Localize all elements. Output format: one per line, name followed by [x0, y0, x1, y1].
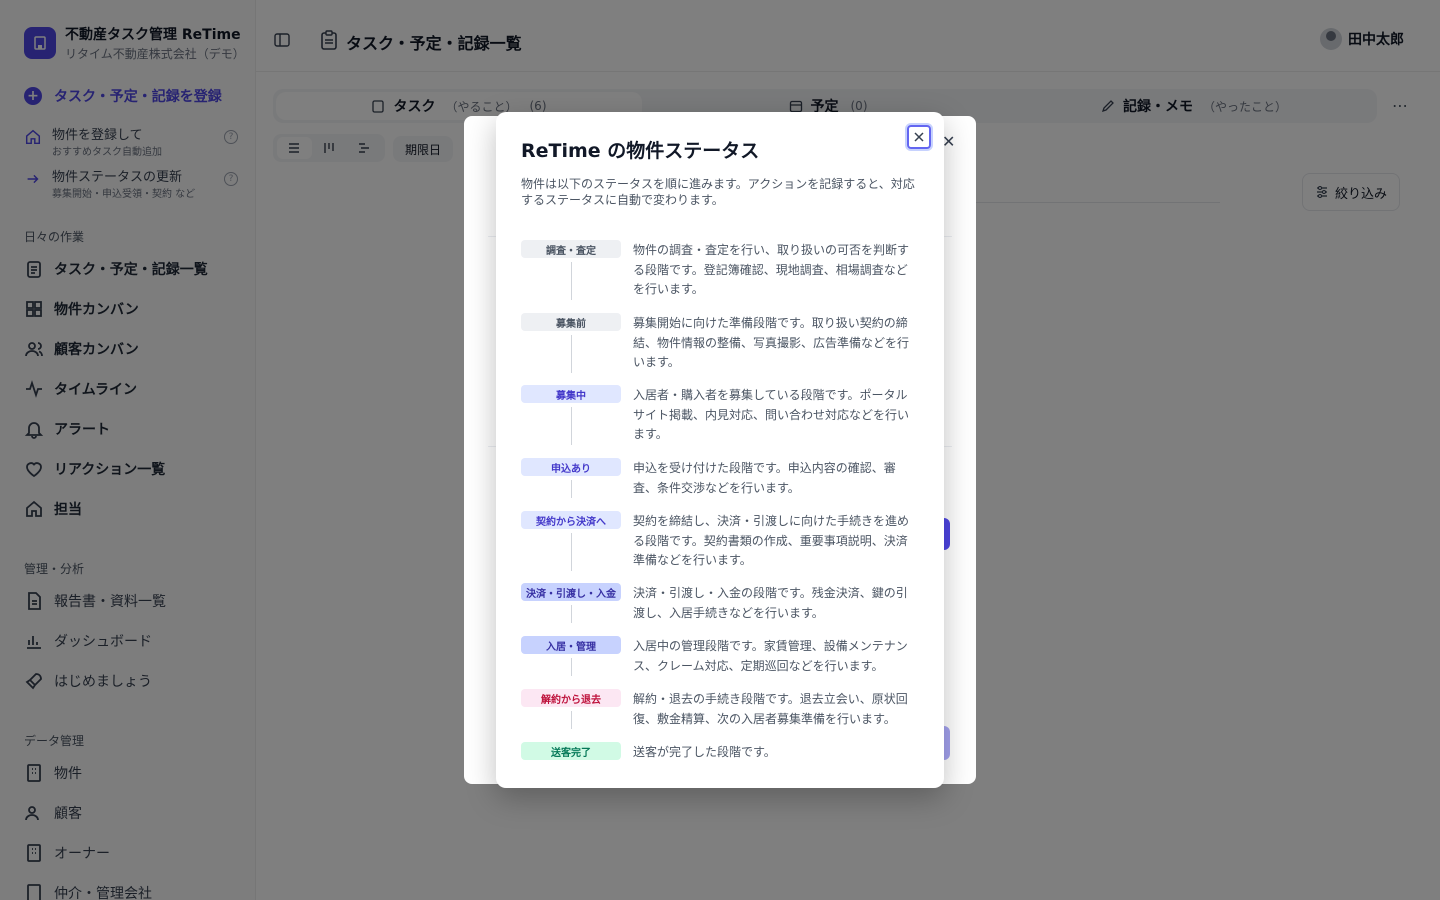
- status-description: 送客が完了した段階です。: [633, 745, 776, 759]
- status-connector: [571, 480, 572, 498]
- status-badge: 入居・管理: [521, 636, 621, 654]
- status-description: 解約・退去の手続き段階です。退去立会い、原状回復、敷金精算、次の入居者募集準備を…: [633, 692, 908, 726]
- status-connector: [571, 533, 572, 571]
- status-modal: ReTime の物件ステータス 物件は以下のステータスを順に進みます。アクション…: [496, 112, 944, 788]
- status-description: 契約を締結し、決済・引渡しに向けた手続きを進める段階です。契約書類の作成、重要事…: [633, 514, 910, 567]
- close-icon[interactable]: ✕: [942, 132, 955, 151]
- status-description: 申込を受け付けた段階です。申込内容の確認、審査、条件交渉などを行います。: [633, 461, 896, 495]
- status-badge: 募集前: [521, 313, 621, 331]
- status-badge: 契約から決済へ: [521, 511, 621, 529]
- close-button[interactable]: [907, 125, 931, 149]
- status-badge: 調査・査定: [521, 240, 621, 258]
- status-connector: [571, 262, 572, 300]
- status-badge: 募集中: [521, 385, 621, 403]
- status-badge: 決済・引渡し・入金: [521, 583, 621, 601]
- close-icon: [914, 132, 924, 142]
- status-connector: [571, 658, 572, 676]
- status-connector: [571, 711, 572, 729]
- modal-description: 物件は以下のステータスを順に進みます。アクションを記録すると、対応するステータス…: [521, 177, 915, 207]
- modal-title: ReTime の物件ステータス: [521, 140, 760, 162]
- status-badge: 申込あり: [521, 458, 621, 476]
- status-badge: 解約から退去: [521, 689, 621, 707]
- status-description: 入居者・購入者を募集している段階です。ポータルサイト掲載、内見対応、問い合わせ対…: [633, 388, 910, 441]
- status-description: 入居中の管理段階です。家賃管理、設備メンテナンス、クレーム対応、定期巡回などを行…: [633, 639, 908, 673]
- status-description: 募集開始に向けた準備段階です。取り扱い契約の締結、物件情報の整備、写真撮影、広告…: [633, 316, 910, 369]
- status-badge: 送客完了: [521, 742, 621, 760]
- status-connector: [571, 335, 572, 373]
- status-connector: [571, 407, 572, 445]
- status-description: 物件の調査・査定を行い、取り扱いの可否を判断する段階です。登記簿確認、現地調査、…: [633, 243, 910, 296]
- status-connector: [571, 605, 572, 623]
- status-description: 決済・引渡し・入金の段階です。残金決済、鍵の引渡し、入居手続きなどを行います。: [633, 586, 908, 620]
